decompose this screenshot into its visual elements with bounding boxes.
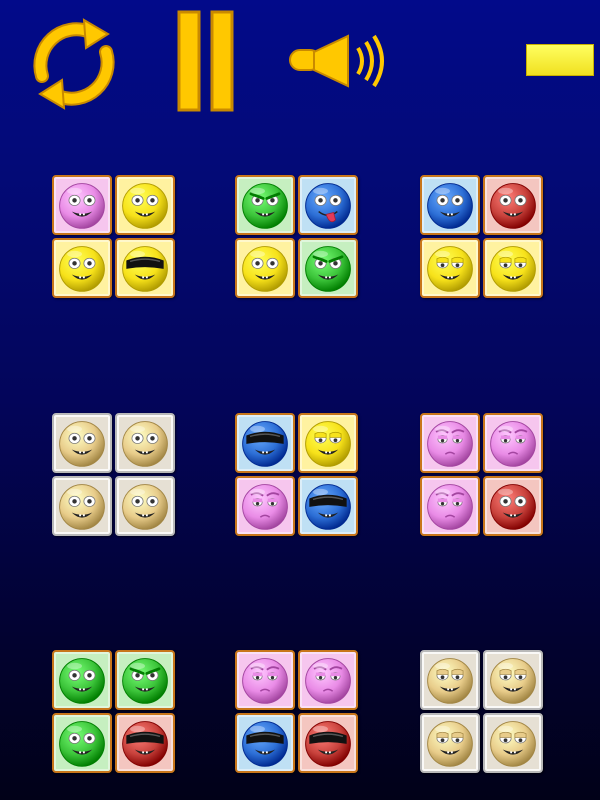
smiley-face-icon [59, 484, 105, 530]
smiley-tile[interactable] [298, 713, 358, 773]
smiley-tile[interactable] [483, 650, 543, 710]
smiley-face-icon [305, 721, 351, 767]
tile-group [420, 175, 547, 302]
smiley-tile[interactable] [235, 713, 295, 773]
smiley-tile[interactable] [235, 476, 295, 536]
smiley-tile[interactable] [420, 413, 480, 473]
smiley-face-icon [122, 721, 168, 767]
smiley-tile[interactable] [52, 175, 112, 235]
tile-group [420, 650, 547, 777]
smiley-tile[interactable] [420, 476, 480, 536]
smiley-tile[interactable] [298, 476, 358, 536]
smiley-tile[interactable] [483, 713, 543, 773]
smiley-face-icon [242, 484, 288, 530]
smiley-tile[interactable] [298, 413, 358, 473]
smiley-face-icon [490, 721, 536, 767]
smiley-tile[interactable] [52, 476, 112, 536]
smiley-face-icon [59, 421, 105, 467]
smiley-face-icon [427, 658, 473, 704]
smiley-face-icon [305, 183, 351, 229]
tile-group [420, 413, 547, 540]
smiley-tile[interactable] [298, 650, 358, 710]
smiley-face-icon [122, 484, 168, 530]
smiley-tile[interactable] [420, 175, 480, 235]
smiley-face-icon [305, 658, 351, 704]
smiley-tile[interactable] [298, 175, 358, 235]
smiley-tile[interactable] [115, 175, 175, 235]
smiley-tile[interactable] [115, 713, 175, 773]
smiley-tile[interactable] [420, 713, 480, 773]
smiley-face-icon [490, 183, 536, 229]
smiley-face-icon [427, 721, 473, 767]
smiley-face-icon [122, 246, 168, 292]
tile-group [52, 413, 179, 540]
smiley-tile[interactable] [52, 713, 112, 773]
smiley-face-icon [490, 421, 536, 467]
toolbar [0, 0, 600, 130]
smiley-face-icon [427, 183, 473, 229]
pause-icon [177, 10, 234, 112]
smiley-face-icon [242, 183, 288, 229]
smiley-tile[interactable] [235, 413, 295, 473]
smiley-face-icon [490, 484, 536, 530]
tile-group [235, 175, 362, 302]
smiley-tile[interactable] [115, 476, 175, 536]
smiley-face-icon [59, 183, 105, 229]
tile-group [235, 413, 362, 540]
smiley-face-icon [427, 246, 473, 292]
smiley-tile[interactable] [483, 413, 543, 473]
smiley-tile[interactable] [483, 238, 543, 298]
restart-arrows-icon [33, 18, 115, 110]
smiley-face-icon [427, 421, 473, 467]
level-meter [526, 44, 594, 76]
tile-group [235, 650, 362, 777]
smiley-face-icon [242, 246, 288, 292]
smiley-face-icon [122, 421, 168, 467]
smiley-tile[interactable] [483, 175, 543, 235]
smiley-face-icon [242, 721, 288, 767]
smiley-tile[interactable] [52, 238, 112, 298]
smiley-face-icon [59, 658, 105, 704]
smiley-face-icon [59, 246, 105, 292]
tile-group [52, 650, 179, 777]
smiley-tile[interactable] [115, 238, 175, 298]
smiley-tile[interactable] [483, 476, 543, 536]
smiley-face-icon [305, 484, 351, 530]
smiley-tile[interactable] [52, 413, 112, 473]
smiley-face-icon [427, 484, 473, 530]
smiley-face-icon [305, 246, 351, 292]
smiley-face-icon [305, 421, 351, 467]
smiley-tile[interactable] [52, 650, 112, 710]
sound-button[interactable] [286, 30, 392, 92]
smiley-tile[interactable] [298, 238, 358, 298]
smiley-face-icon [122, 183, 168, 229]
smiley-tile[interactable] [420, 650, 480, 710]
smiley-face-icon [242, 658, 288, 704]
smiley-tile[interactable] [115, 413, 175, 473]
smiley-face-icon [490, 658, 536, 704]
pause-button[interactable] [176, 10, 236, 112]
smiley-face-icon [490, 246, 536, 292]
speaker-sound-icon [289, 34, 384, 88]
smiley-tile[interactable] [420, 238, 480, 298]
smiley-tile[interactable] [235, 175, 295, 235]
tile-group [52, 175, 179, 302]
smiley-tile[interactable] [115, 650, 175, 710]
restart-button[interactable] [28, 18, 120, 110]
smiley-face-icon [59, 721, 105, 767]
smiley-face-icon [122, 658, 168, 704]
smiley-tile[interactable] [235, 650, 295, 710]
smiley-tile[interactable] [235, 238, 295, 298]
smiley-face-icon [242, 421, 288, 467]
